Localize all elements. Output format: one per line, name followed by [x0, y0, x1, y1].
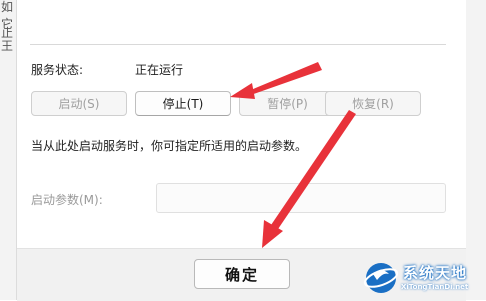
- service-status-label: 服务状态:: [31, 63, 84, 77]
- start-params-input[interactable]: [156, 183, 446, 213]
- background-text: 如: [1, 0, 14, 14]
- ok-button[interactable]: 确定: [194, 259, 290, 289]
- service-status-value: 正在运行: [135, 63, 184, 77]
- pause-button[interactable]: 暂停(P): [239, 91, 336, 116]
- background-text: 王: [1, 39, 14, 53]
- resume-button[interactable]: 恢复(R): [325, 91, 421, 116]
- watermark-title: 系统天地: [403, 264, 468, 282]
- xitongtiandi-logo-icon: [363, 263, 399, 293]
- background-window-edge-right: [465, 0, 486, 300]
- watermark-subtitle: XiTongTianDi.net: [401, 283, 469, 291]
- background-window-edge: 如 它 止 王: [0, 0, 17, 300]
- stop-button[interactable]: 停止(T): [135, 91, 231, 116]
- divider: [30, 44, 446, 45]
- start-button[interactable]: 启动(S): [31, 91, 127, 116]
- start-params-label: 启动参数(M):: [31, 193, 103, 207]
- hint-text: 当从此处启动服务时，你可指定所适用的启动参数。: [31, 139, 308, 153]
